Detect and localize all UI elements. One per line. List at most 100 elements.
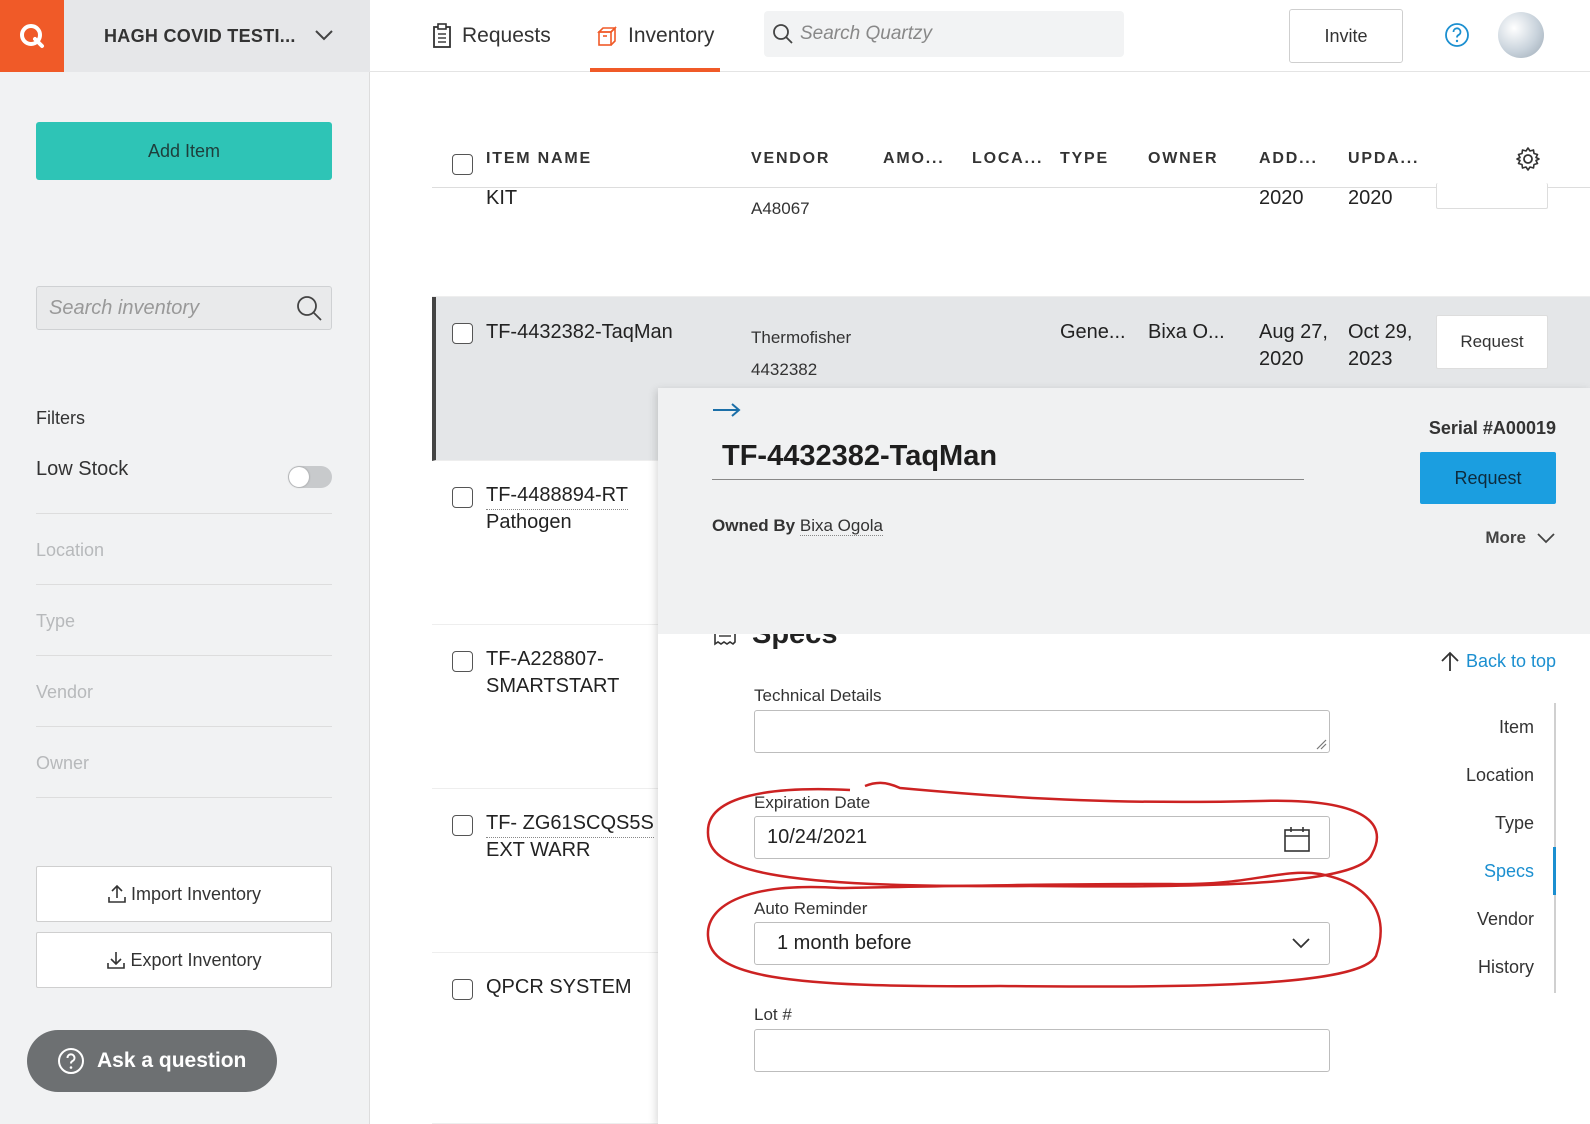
- global-search-placeholder: Search Quartzy: [800, 23, 932, 44]
- upload-icon: [108, 884, 126, 903]
- top-navigation: Requests Inventory Search Quartzy Invite: [370, 0, 1590, 72]
- table-header: ITEM NAME VENDOR AMO... LOCA... TYPE OWN…: [432, 144, 1590, 188]
- select-all-checkbox[interactable]: [452, 154, 473, 175]
- item-name-line2[interactable]: EXT WARR: [486, 837, 590, 864]
- export-inventory-label: Export Inventory: [130, 949, 262, 970]
- date-added-year: 2020: [1259, 348, 1304, 370]
- vendor-catalog: A48067: [751, 199, 810, 218]
- row-checkbox[interactable]: [452, 323, 473, 344]
- global-search-input[interactable]: Search Quartzy: [764, 11, 1124, 57]
- section-nav-specs[interactable]: Specs: [1484, 861, 1534, 882]
- export-inventory-button[interactable]: Export Inventory: [36, 932, 332, 988]
- item-name[interactable]: KIT: [486, 185, 517, 212]
- item-type: Gene...: [1060, 321, 1126, 343]
- import-inventory-button[interactable]: Import Inventory: [36, 866, 332, 922]
- inventory-search-placeholder: Search inventory: [49, 296, 200, 319]
- item-name-line1[interactable]: TF-A228807-: [486, 646, 604, 673]
- expiration-date-value: 10/24/2021: [767, 826, 868, 848]
- item-name-line1[interactable]: TF-4488894-RT: [486, 482, 628, 510]
- section-nav-location[interactable]: Location: [1466, 765, 1534, 786]
- row-checkbox[interactable]: [452, 487, 473, 508]
- chevron-down-icon: [315, 30, 333, 41]
- low-stock-toggle[interactable]: [288, 466, 332, 488]
- item-name[interactable]: TF-4432382-TaqMan: [486, 319, 673, 346]
- lot-number-label: Lot #: [754, 1005, 792, 1024]
- item-detail-header: TF-4432382-TaqMan Owned By Bixa Ogola Se…: [658, 388, 1590, 634]
- auto-reminder-label: Auto Reminder: [754, 899, 868, 918]
- add-item-button[interactable]: Add Item: [36, 122, 332, 180]
- row-request-button[interactable]: [1436, 183, 1548, 209]
- column-header-location[interactable]: LOCA...: [972, 150, 1043, 168]
- date-added-month: Aug 27,: [1259, 321, 1328, 343]
- section-nav-item[interactable]: Item: [1499, 717, 1534, 738]
- gear-icon[interactable]: [1515, 146, 1541, 172]
- auto-reminder-value: 1 month before: [777, 932, 912, 954]
- item-name-line2[interactable]: SMARTSTART: [486, 673, 619, 700]
- column-header-type[interactable]: TYPE: [1060, 150, 1109, 168]
- date-updated-year: 2023: [1348, 348, 1393, 370]
- search-icon[interactable]: [295, 294, 323, 322]
- date-added: 2020: [1259, 187, 1304, 209]
- column-header-updated[interactable]: UPDA...: [1348, 150, 1419, 168]
- section-navigation: Item Location Type Specs Vendor History: [1426, 703, 1556, 993]
- calendar-icon[interactable]: [1283, 825, 1311, 853]
- column-header-vendor[interactable]: VENDOR: [751, 150, 830, 168]
- search-icon: [773, 24, 793, 44]
- question-icon: [58, 1048, 84, 1074]
- tab-inventory[interactable]: Inventory: [589, 0, 721, 72]
- filter-type[interactable]: Type: [36, 585, 332, 656]
- request-button[interactable]: Request: [1420, 452, 1556, 504]
- expiration-date-input[interactable]: 10/24/2021: [754, 816, 1330, 859]
- section-nav-type[interactable]: Type: [1495, 813, 1534, 834]
- filter-owner[interactable]: Owner: [36, 727, 332, 798]
- chevron-down-icon: [1537, 533, 1555, 544]
- item-name-line1[interactable]: TF- ZG61SCQS5S: [486, 810, 654, 838]
- filter-location[interactable]: Location: [36, 514, 332, 585]
- tab-requests[interactable]: Requests: [432, 0, 551, 72]
- user-avatar[interactable]: [1498, 12, 1544, 58]
- auto-reminder-select[interactable]: 1 month before: [754, 922, 1330, 965]
- column-header-owner[interactable]: OWNER: [1148, 150, 1218, 168]
- invite-button[interactable]: Invite: [1289, 9, 1403, 63]
- column-header-added[interactable]: ADD...: [1259, 150, 1318, 168]
- download-icon: [107, 952, 126, 969]
- back-to-top-link[interactable]: Back to top: [1440, 650, 1556, 672]
- section-nav-vendor[interactable]: Vendor: [1477, 909, 1534, 930]
- date-updated-month: Oct 29,: [1348, 321, 1413, 343]
- item-name[interactable]: QPCR SYSTEM: [486, 974, 632, 1001]
- resize-grip-icon[interactable]: [1315, 738, 1327, 750]
- column-header-amount[interactable]: AMO...: [883, 150, 944, 168]
- clipboard-icon: [433, 23, 451, 48]
- row-checkbox[interactable]: [452, 979, 473, 1000]
- owned-by: Owned By Bixa Ogola: [712, 516, 884, 536]
- inventory-search-input[interactable]: Search inventory: [36, 286, 332, 330]
- row-request-button[interactable]: Request: [1436, 315, 1548, 369]
- close-panel-arrow-icon[interactable]: [712, 402, 742, 418]
- more-menu[interactable]: More: [1485, 528, 1556, 548]
- section-nav-history[interactable]: History: [1478, 957, 1534, 978]
- technical-details-textarea[interactable]: [754, 710, 1330, 753]
- row-checkbox[interactable]: [452, 815, 473, 836]
- ask-a-question-label: Ask a question: [97, 1049, 247, 1072]
- item-title[interactable]: TF-4432382-TaqMan: [712, 440, 1304, 480]
- quartzy-logo[interactable]: [0, 0, 64, 72]
- help-icon[interactable]: [1444, 22, 1470, 48]
- column-header-item-name[interactable]: ITEM NAME: [486, 150, 592, 168]
- section-nav-active-indicator: [1553, 847, 1556, 895]
- organization-name: HAGH COVID TESTI...: [104, 25, 296, 46]
- table-row[interactable]: KIT A48067 2020 2020: [432, 183, 1590, 297]
- filters-title: Filters: [36, 408, 85, 428]
- row-checkbox[interactable]: [452, 651, 473, 672]
- item-owner: Bixa O...: [1148, 321, 1225, 343]
- import-inventory-label: Import Inventory: [130, 883, 262, 904]
- organization-switcher[interactable]: HAGH COVID TESTI...: [64, 0, 370, 72]
- filter-vendor[interactable]: Vendor: [36, 656, 332, 727]
- lot-number-input[interactable]: [754, 1029, 1330, 1072]
- low-stock-label: Low Stock: [36, 458, 129, 480]
- quartzy-logo-icon: [20, 24, 44, 48]
- vendor-catalog: 4432382: [751, 360, 818, 379]
- owner-name[interactable]: Bixa Ogola: [799, 516, 884, 536]
- item-name-line2[interactable]: Pathogen: [486, 509, 572, 536]
- back-to-top-label: Back to top: [1465, 650, 1556, 671]
- ask-a-question-button[interactable]: Ask a question: [27, 1030, 277, 1092]
